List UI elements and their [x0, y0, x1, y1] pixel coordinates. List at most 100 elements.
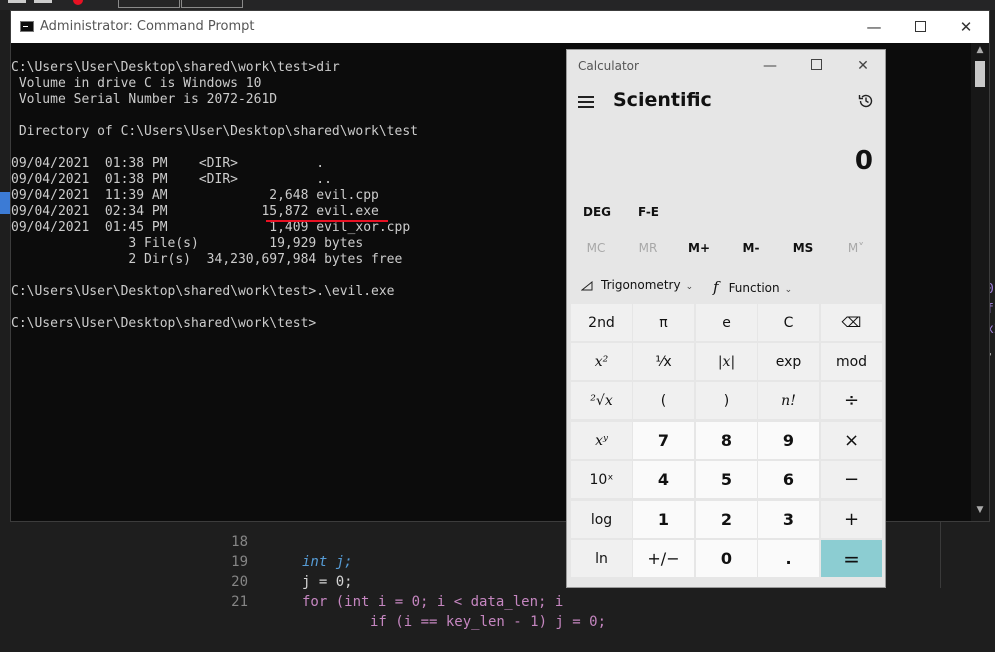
function-icon: f — [713, 278, 719, 296]
digit-1-button[interactable]: 1 — [633, 501, 694, 538]
result-display: 0 — [854, 146, 873, 176]
console-line: 09/04/2021 02:34 PM 15,872 evil.exe — [11, 204, 379, 219]
code-text: if (i == key_len - 1) j = 0; — [370, 614, 607, 630]
function-dropdown[interactable]: f Function ⌄ — [713, 278, 792, 296]
exp-button[interactable]: exp — [758, 343, 819, 380]
close-button[interactable]: ✕ — [840, 52, 886, 80]
ten-power-button[interactable]: 10ˣ — [571, 461, 632, 498]
memory-list-button[interactable]: M˅ — [831, 241, 881, 255]
close-button[interactable]: ✕ — [943, 11, 989, 43]
square-root-button[interactable]: ²√x — [571, 382, 632, 419]
open-paren-button[interactable]: ( — [633, 382, 694, 419]
window-title: Calculator — [578, 59, 639, 73]
close-paren-button[interactable]: ) — [696, 382, 757, 419]
digit-7-button[interactable]: 7 — [633, 422, 694, 459]
power-button[interactable]: xʸ — [571, 422, 632, 459]
triangle-icon — [581, 280, 593, 290]
chevron-down-icon: ⌄ — [784, 285, 793, 295]
background-app-tabstrip — [0, 0, 995, 10]
digit-9-button[interactable]: 9 — [758, 422, 819, 459]
history-icon[interactable] — [857, 92, 875, 110]
title-bar[interactable]: Administrator: Command Prompt — ✕ — [11, 11, 989, 43]
minimize-button[interactable]: — — [851, 11, 897, 43]
console-line: Volume Serial Number is 2072-261D — [11, 92, 278, 107]
key-label: |x| — [717, 353, 736, 370]
window-title: Administrator: Command Prompt — [40, 19, 255, 34]
digit-2-button[interactable]: 2 — [696, 501, 757, 538]
code-text: j = 0; — [302, 574, 353, 590]
fe-button[interactable]: F-E — [638, 205, 659, 219]
equals-button[interactable]: = — [821, 540, 882, 577]
digit-8-button[interactable]: 8 — [696, 422, 757, 459]
angle-mode-button[interactable]: DEG — [583, 205, 611, 219]
hamburger-menu-icon[interactable] — [578, 96, 594, 108]
maximize-button[interactable] — [897, 11, 943, 43]
calculator-mode-title: Scientific — [613, 89, 712, 111]
mc-button[interactable]: MC — [571, 241, 621, 255]
ln-button[interactable]: ln — [571, 540, 632, 577]
code-text: int j; — [302, 554, 353, 570]
digit-3-button[interactable]: 3 — [758, 501, 819, 538]
console-line: 09/04/2021 01:38 PM <DIR> . — [11, 156, 325, 171]
code-line: 19 j = 0; — [222, 532, 352, 590]
console-prompt: C:\Users\User\Desktop\shared\work\test> — [11, 316, 317, 331]
reciprocal-button[interactable]: ¹⁄x — [633, 343, 694, 380]
console-line: Volume in drive C is Windows 10 — [11, 76, 262, 91]
subtract-button[interactable]: − — [821, 461, 882, 498]
red-underline-annotation — [266, 220, 388, 222]
multiply-button[interactable]: × — [821, 422, 882, 459]
console-line: 3 File(s) 19,929 bytes — [11, 236, 364, 251]
divide-button[interactable]: ÷ — [821, 382, 882, 419]
background-explorer-strip — [0, 40, 10, 260]
mod-button[interactable]: mod — [821, 343, 882, 380]
dropdown-label: Trigonometry — [601, 278, 681, 292]
scroll-down-icon[interactable]: ▼ — [971, 505, 989, 519]
minimize-button[interactable]: — — [747, 52, 793, 80]
calculator-window[interactable]: Calculator — ✕ Scientific 0 DEG F-E MC M… — [566, 49, 886, 588]
tab-icon — [8, 0, 26, 3]
maximize-icon — [914, 20, 926, 32]
ms-button[interactable]: MS — [778, 241, 828, 255]
terminal-icon — [20, 21, 34, 32]
clear-button[interactable]: C — [758, 304, 819, 341]
console-line: 2 Dir(s) 34,230,697,984 bytes free — [11, 252, 403, 267]
record-indicator-icon — [73, 0, 83, 5]
background-tab[interactable] — [181, 0, 243, 8]
trigonometry-dropdown[interactable]: Trigonometry ⌄ — [581, 278, 693, 292]
digit-0-button[interactable]: 0 — [696, 540, 757, 577]
background-tab[interactable] — [118, 0, 180, 8]
e-button[interactable]: e — [696, 304, 757, 341]
digit-4-button[interactable]: 4 — [633, 461, 694, 498]
digit-5-button[interactable]: 5 — [696, 461, 757, 498]
square-button[interactable]: x² — [571, 343, 632, 380]
m-plus-button[interactable]: M+ — [674, 241, 724, 255]
key-label: ²√x — [590, 392, 613, 409]
log-button[interactable]: log — [571, 501, 632, 538]
code-line: 20 for (int i = 0; i < data_len; i — [222, 552, 563, 610]
abs-button[interactable]: |x| — [696, 343, 757, 380]
tab-icon — [34, 0, 52, 3]
add-button[interactable]: + — [821, 501, 882, 538]
console-line: 09/04/2021 11:39 AM 2,648 evil.cpp — [11, 188, 379, 203]
scroll-thumb[interactable] — [975, 61, 985, 87]
m-minus-button[interactable]: M- — [726, 241, 776, 255]
second-button[interactable]: 2nd — [571, 304, 632, 341]
scroll-up-icon[interactable]: ▲ — [971, 45, 989, 59]
maximize-icon — [810, 59, 822, 70]
negate-button[interactable]: +/− — [633, 540, 694, 577]
dropdown-label: Function — [728, 281, 780, 295]
vertical-scrollbar[interactable]: ▲ ▼ — [971, 43, 989, 521]
digit-6-button[interactable]: 6 — [758, 461, 819, 498]
backspace-icon[interactable]: ⌫ — [821, 304, 882, 341]
console-line: Directory of C:\Users\User\Desktop\share… — [11, 124, 418, 139]
console-line: C:\Users\User\Desktop\shared\work\test>d… — [11, 60, 340, 75]
pi-button[interactable]: π — [633, 304, 694, 341]
maximize-button[interactable] — [793, 52, 839, 80]
chevron-down-icon: ⌄ — [685, 282, 694, 292]
decimal-button[interactable]: . — [758, 540, 819, 577]
line-number: 21 — [231, 594, 248, 610]
factorial-button[interactable]: n! — [758, 382, 819, 419]
code-text: for (int i = 0; i < data_len; i — [302, 594, 564, 610]
key-label: n! — [781, 392, 796, 409]
mr-button[interactable]: MR — [623, 241, 673, 255]
